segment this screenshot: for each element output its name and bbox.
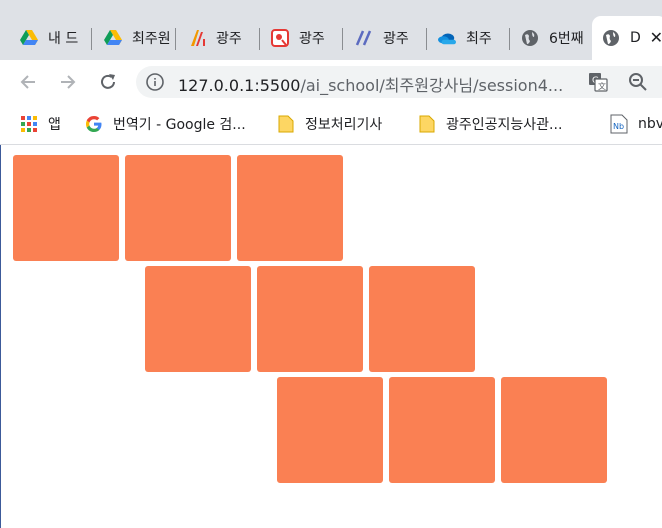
address-bar[interactable]: 127.0.0.1:5500/ai_school/최주원강사님/session4…: [136, 66, 662, 98]
globe-icon: [602, 29, 620, 47]
orange-box: [257, 266, 363, 372]
bookmark-label: 앱: [48, 117, 61, 133]
reload-icon: [101, 74, 115, 89]
tab-title: 내 드: [48, 31, 79, 47]
orange-box: [369, 266, 475, 372]
google-g-icon: [85, 115, 103, 133]
google-drive-icon: [20, 29, 38, 47]
svg-text:文: 文: [598, 81, 606, 91]
close-tab-icon[interactable]: ✕: [650, 28, 662, 47]
bookmark-nbv[interactable]: Nb nbv: [610, 113, 662, 135]
google-drive-icon: [104, 29, 122, 47]
orange-box: [13, 155, 119, 261]
tab-separator: [342, 28, 343, 50]
folder-icon: [418, 115, 436, 133]
reload-button[interactable]: [95, 69, 121, 95]
url-host: 127.0.0.1:5500: [178, 76, 301, 95]
url-text[interactable]: 127.0.0.1:5500/ai_school/최주원강사님/session4…: [178, 72, 563, 96]
tab-title: D: [630, 30, 641, 46]
svg-text:Nb: Nb: [613, 122, 624, 131]
zoom-icon[interactable]: [628, 72, 648, 96]
tab-3[interactable]: 광주: [178, 16, 260, 60]
onedrive-cloud-icon: [438, 29, 456, 47]
url-path: /ai_school/최주원강사님/session4...: [300, 76, 564, 95]
orange-box: [125, 155, 231, 261]
bookmark-apps[interactable]: 앱: [20, 113, 61, 135]
tab-title: 광주: [299, 31, 325, 47]
tab-separator: [426, 28, 427, 50]
tab-title: 최주: [466, 31, 492, 47]
tab-strip: 내 드 최주원 광주 광주 광주 최주 6번째 D ✕: [0, 0, 662, 60]
tab-separator: [175, 28, 176, 50]
tab-title: 광주: [383, 31, 409, 47]
bookmarks-bar: 앱 번역기 - Google 검... 정보처리기사 광주인공지능사관... N…: [0, 104, 662, 145]
tab-8-active[interactable]: D ✕: [592, 16, 662, 60]
tab-2[interactable]: 최주원: [94, 16, 176, 60]
tab-title: 최주원: [132, 31, 171, 47]
page-content: [0, 145, 662, 528]
orange-box: [145, 266, 251, 372]
orange-box: [277, 377, 383, 483]
bookmark-label: 번역기 - Google 검...: [113, 117, 246, 133]
tab-separator: [509, 28, 510, 50]
back-arrow-icon: [20, 75, 35, 89]
bookmark-label: 광주인공지능사관...: [446, 117, 563, 133]
forward-arrow-icon: [61, 75, 76, 89]
info-icon[interactable]: [146, 73, 164, 95]
folder-icon: [277, 115, 295, 133]
notebook-icon: Nb: [610, 114, 628, 134]
bookmark-folder-1[interactable]: 정보처리기사: [277, 113, 382, 135]
bookmark-label: nbv: [638, 116, 662, 132]
translate-icon[interactable]: G文: [588, 72, 608, 96]
tab-7[interactable]: 6번째: [511, 16, 593, 60]
ai-logo-icon: [188, 29, 206, 47]
tab-title: 6번째: [549, 31, 584, 47]
orange-box: [389, 377, 495, 483]
back-button[interactable]: [15, 69, 41, 95]
tab-1[interactable]: 내 드: [10, 16, 92, 60]
bookmark-label: 정보처리기사: [305, 117, 383, 133]
location-pin-icon: [271, 29, 289, 47]
slash-logo-icon: [355, 29, 373, 47]
apps-grid-icon: [20, 115, 38, 133]
orange-box: [501, 377, 607, 483]
tab-4[interactable]: 광주: [261, 16, 343, 60]
bookmark-translator[interactable]: 번역기 - Google 검...: [85, 113, 246, 135]
tab-title: 광주: [216, 31, 242, 47]
tab-5[interactable]: 광주: [345, 16, 427, 60]
browser-toolbar: 127.0.0.1:5500/ai_school/최주원강사님/session4…: [0, 60, 662, 104]
forward-button[interactable]: [55, 69, 81, 95]
tab-separator: [259, 28, 260, 50]
bookmark-folder-2[interactable]: 광주인공지능사관...: [418, 113, 562, 135]
globe-icon: [521, 29, 539, 47]
tab-6[interactable]: 최주: [428, 16, 510, 60]
tab-separator: [91, 28, 92, 50]
orange-box: [237, 155, 343, 261]
